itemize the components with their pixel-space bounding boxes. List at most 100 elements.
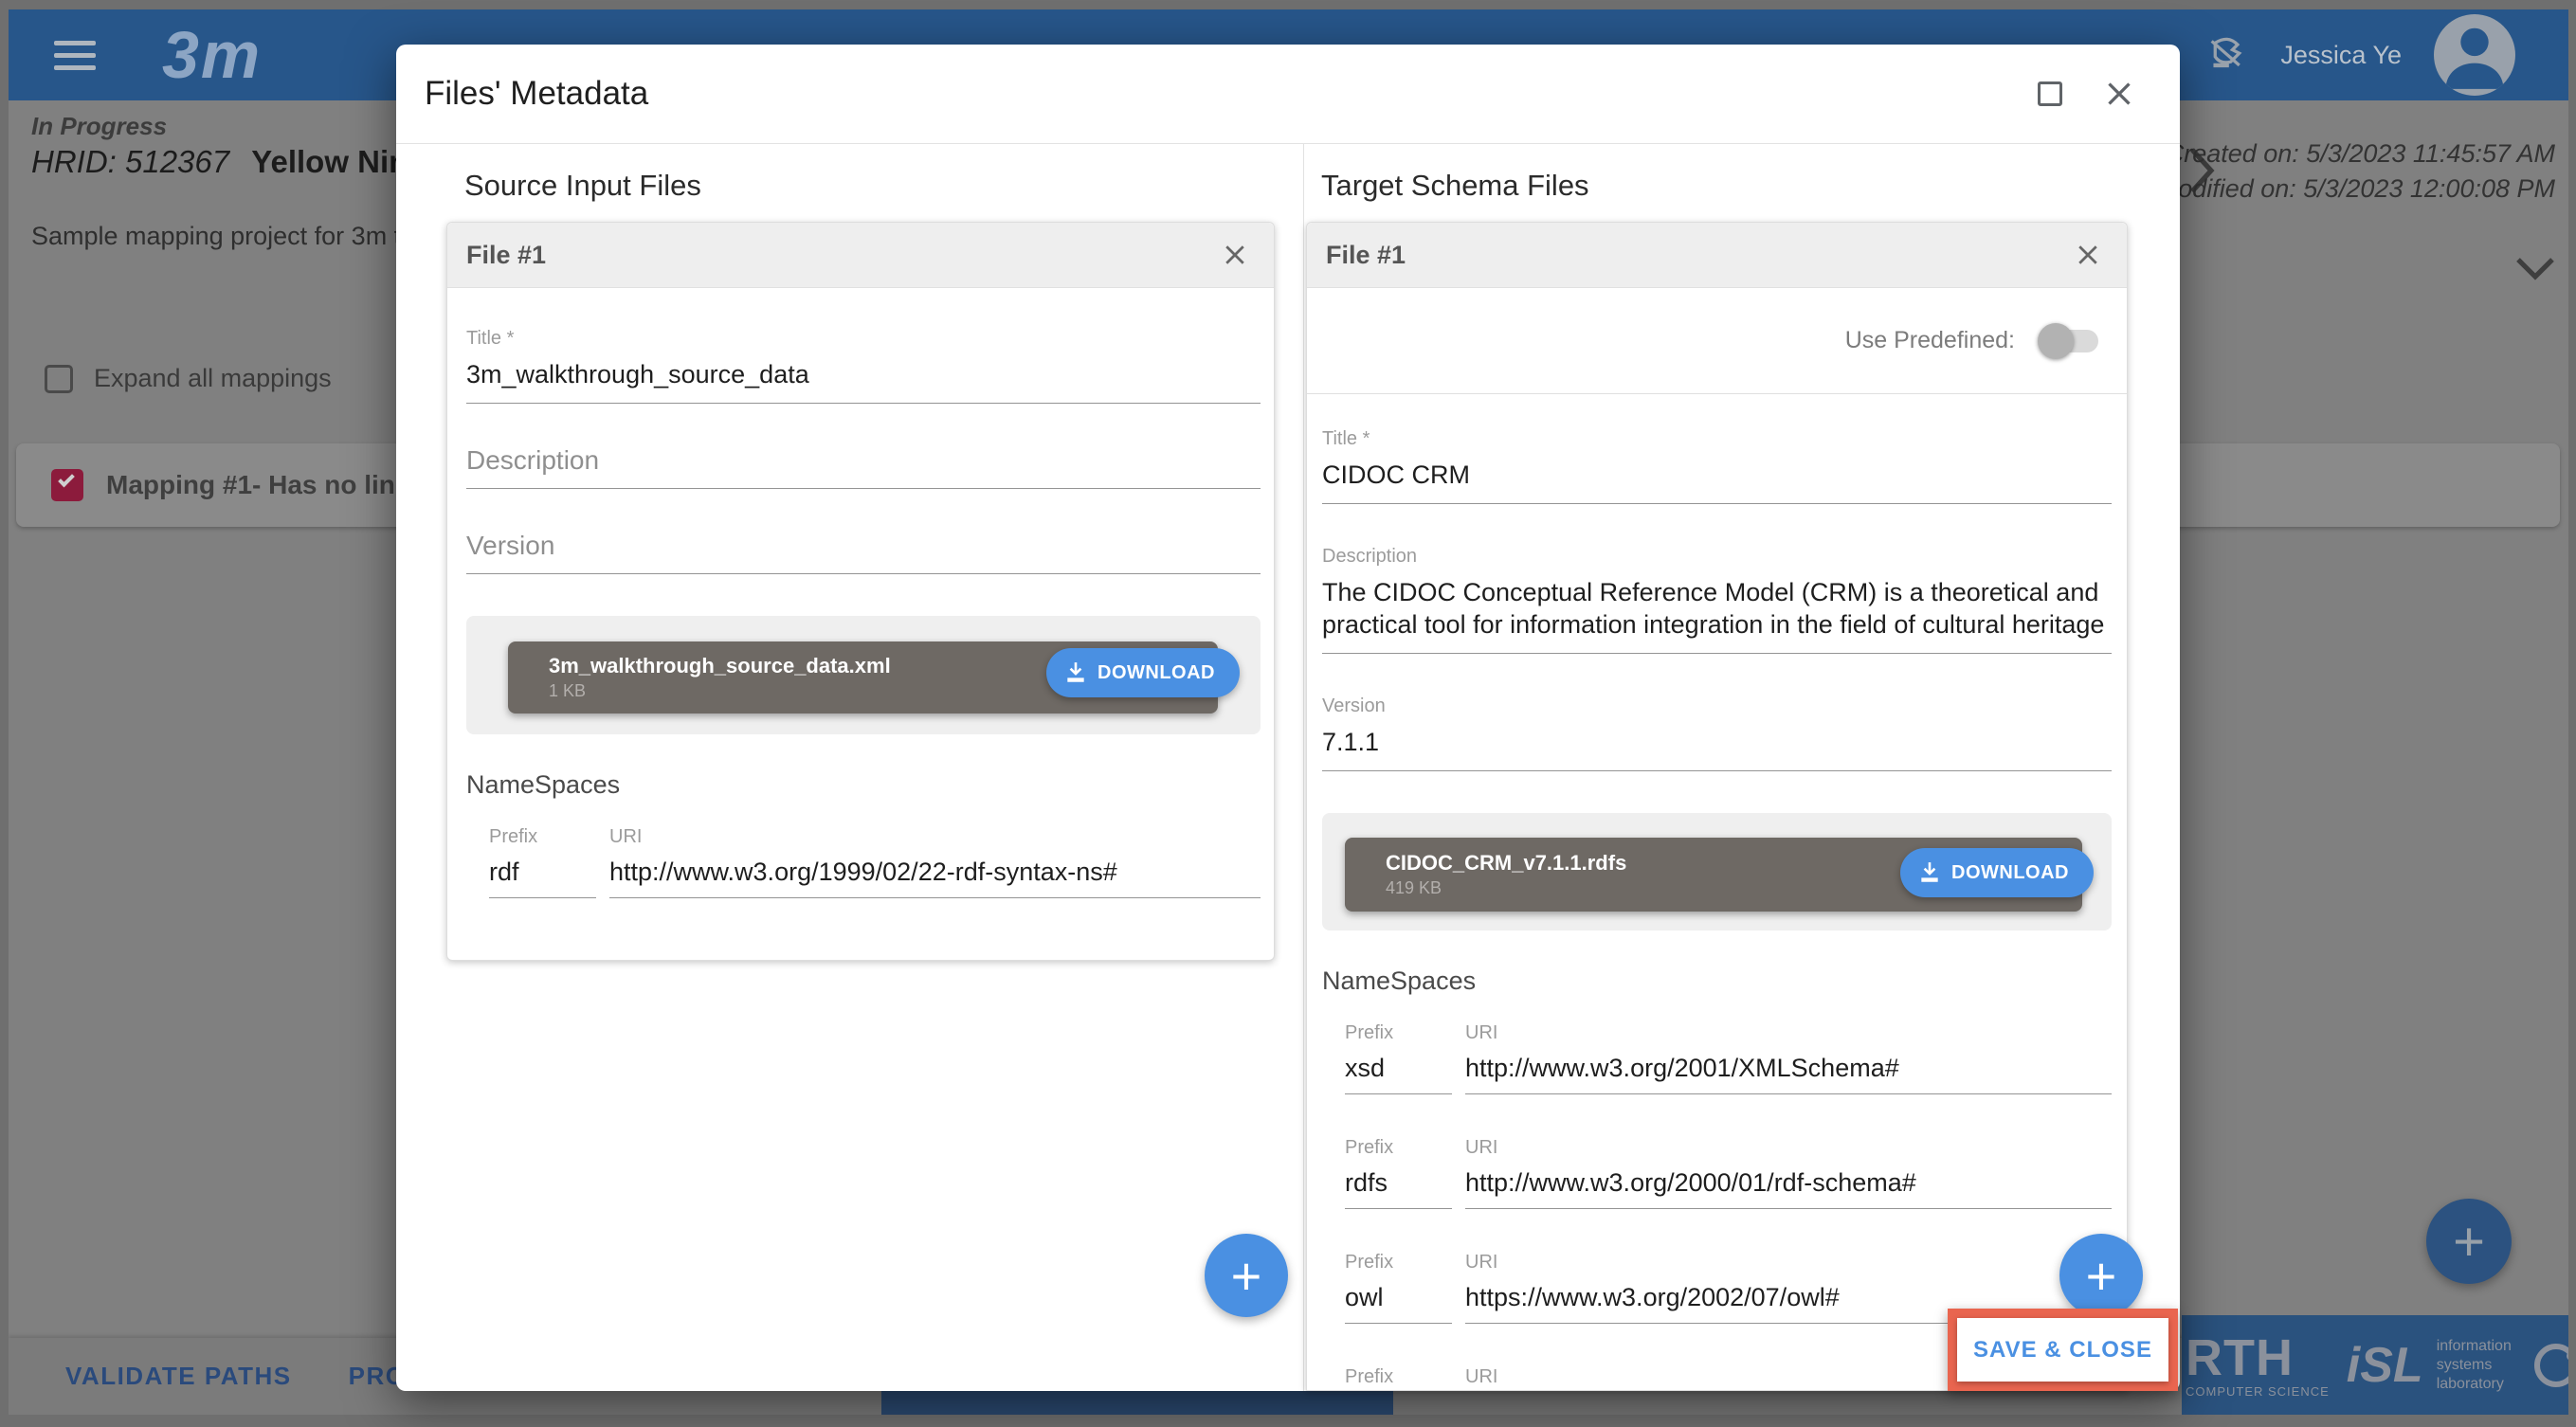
- header-right: Jessica Ye: [2206, 9, 2515, 100]
- forth-logo-subtext: COMPUTER SCIENCE: [2186, 1385, 2330, 1398]
- uri-input[interactable]: http://www.w3.org/2000/01/rdf-schema#: [1465, 1168, 2112, 1209]
- uri-input[interactable]: http://www.w3.org/1999/02/22-rdf-syntax-…: [609, 858, 1261, 898]
- source-version-input[interactable]: Version: [466, 531, 1261, 574]
- menu-icon[interactable]: [54, 33, 96, 78]
- download-icon: [1917, 860, 1942, 885]
- add-source-file-fab[interactable]: +: [1205, 1234, 1288, 1317]
- use-predefined-toggle[interactable]: [2041, 330, 2098, 352]
- avatar[interactable]: [2434, 14, 2515, 96]
- mapping-checkbox[interactable]: [51, 469, 83, 501]
- target-title-input[interactable]: CIDOC CRM: [1322, 459, 2112, 504]
- use-predefined-label: Use Predefined:: [1845, 327, 2015, 354]
- target-file-card-body: Title * CIDOC CRM Description The CIDOC …: [1307, 394, 2127, 1391]
- project-hrid: HRID: 512367: [31, 144, 229, 179]
- source-title-field: Title * 3m_walkthrough_source_data: [466, 328, 1261, 404]
- project-status: In Progress: [31, 112, 167, 141]
- prefix-input[interactable]: xsd: [1345, 1054, 1452, 1094]
- window-controls: [2038, 77, 2136, 111]
- source-file-card: File #1 Title * 3m_walkthrough_source_da…: [446, 222, 1275, 961]
- source-file-box: 3m_walkthrough_source_data.xml 1 KB DOWN…: [466, 616, 1261, 734]
- source-namespaces-heading: NameSpaces: [466, 770, 1261, 800]
- target-description-field: Description The CIDOC Conceptual Referen…: [1322, 546, 2112, 654]
- annotation-highlight: SAVE & CLOSE: [1948, 1309, 2178, 1391]
- project-description: Sample mapping project for 3m tu: [31, 222, 415, 251]
- project-hrid-line: HRID: 512367 Yellow Nine: [31, 144, 426, 180]
- remove-file-icon[interactable]: [2074, 241, 2102, 269]
- target-file-card: File #1 Use Predefined: Title * CIDOC CR…: [1306, 222, 2128, 1391]
- forth-logo-text: RTH: [2186, 1332, 2330, 1383]
- prefix-label: Prefix: [1345, 1022, 1452, 1044]
- version-label: Version: [1322, 695, 2112, 717]
- expand-all-row: Expand all mappings: [45, 364, 332, 393]
- source-heading: Source Input Files: [464, 169, 701, 203]
- target-version-field: Version 7.1.1: [1322, 695, 2112, 771]
- target-heading: Target Schema Files: [1321, 169, 1589, 203]
- expand-all-checkbox[interactable]: [45, 365, 73, 393]
- isl-logo: iSL: [2347, 1337, 2423, 1394]
- namespace-row: Prefix rdf URI http://www.w3.org/1999/02…: [489, 826, 1261, 898]
- project-dates: Created on: 5/3/2023 11:45:57 AM Modifie…: [2157, 136, 2555, 207]
- prefix-input[interactable]: rdf: [489, 858, 596, 898]
- toggle-knob: [2038, 323, 2074, 359]
- uri-label: URI: [1465, 1252, 2112, 1273]
- source-version-field: Version: [466, 531, 1261, 574]
- footer-logos: RTH COMPUTER SCIENCE iSL information sys…: [2182, 1315, 2568, 1415]
- chevron-down-icon[interactable]: [2513, 254, 2558, 282]
- prefix-label: Prefix: [489, 826, 596, 848]
- prefix-input[interactable]: owl: [1345, 1283, 1452, 1324]
- namespace-row: Prefix xsd URI http://www.w3.org/2001/XM…: [1345, 1022, 2112, 1094]
- maximize-icon[interactable]: [2038, 81, 2062, 106]
- uri-label: URI: [1465, 1137, 2112, 1159]
- target-column: Target Schema Files File #1 Use Predefin…: [1304, 144, 2180, 1391]
- prefix-input[interactable]: rdfs: [1345, 1168, 1452, 1209]
- add-mapping-fab[interactable]: +: [2426, 1199, 2512, 1284]
- source-namespaces: Prefix rdf URI http://www.w3.org/1999/02…: [466, 826, 1261, 898]
- check-icon: [58, 471, 75, 488]
- file-card-title: File #1: [466, 241, 546, 270]
- expand-all-label: Expand all mappings: [94, 364, 332, 393]
- download-icon: [1063, 660, 1088, 685]
- source-description-input[interactable]: Description: [466, 445, 1261, 489]
- modal-columns: Source Input Files File #1 Title * 3m_wa…: [396, 144, 2180, 1391]
- person-icon: [2434, 14, 2515, 96]
- namespace-row: Prefix rdfs URI http://www.w3.org/2000/0…: [1345, 1137, 2112, 1209]
- add-target-file-fab[interactable]: +: [2059, 1234, 2143, 1317]
- save-and-close-button[interactable]: SAVE & CLOSE: [1957, 1318, 2168, 1382]
- source-title-input[interactable]: 3m_walkthrough_source_data: [466, 358, 1261, 404]
- use-predefined-row: Use Predefined:: [1307, 288, 2127, 394]
- mapping-label: Mapping #1- Has no links (: [106, 470, 441, 500]
- uri-label: URI: [609, 826, 1261, 848]
- notifications-icon[interactable]: [2206, 36, 2248, 74]
- remove-file-icon[interactable]: [1221, 241, 1249, 269]
- target-download-button[interactable]: DOWNLOAD: [1900, 848, 2094, 897]
- target-version-input[interactable]: 7.1.1: [1322, 726, 2112, 771]
- validate-paths-button[interactable]: VALIDATE PATHS: [65, 1362, 292, 1391]
- description-label: Description: [1322, 546, 2112, 568]
- target-title-field: Title * CIDOC CRM: [1322, 428, 2112, 504]
- file-card-title: File #1: [1326, 241, 1406, 270]
- isl-logo-text: information systems laboratory: [2437, 1337, 2512, 1394]
- prefix-label: Prefix: [1345, 1137, 1452, 1159]
- title-label: Title *: [466, 328, 1261, 350]
- close-icon[interactable]: [2102, 77, 2136, 111]
- target-description-input[interactable]: The CIDOC Conceptual Reference Model (CR…: [1322, 576, 2112, 654]
- modified-on: Modified on: 5/3/2023 12:00:08 PM: [2157, 172, 2555, 207]
- source-download-button[interactable]: DOWNLOAD: [1046, 648, 1240, 697]
- modal-title: Files' Metadata: [425, 75, 648, 113]
- screen: 3m Jessica Ye In Progre: [0, 0, 2576, 1427]
- uri-input[interactable]: http://www.w3.org/2001/XMLSchema#: [1465, 1054, 2112, 1094]
- forth-logo: RTH COMPUTER SCIENCE: [2186, 1332, 2330, 1398]
- source-column: Source Input Files File #1 Title * 3m_wa…: [396, 144, 1303, 1391]
- cci-logo: [2534, 1344, 2568, 1387]
- target-file-box: CIDOC_CRM_v7.1.1.rdfs 419 KB DOWNLOAD: [1322, 813, 2112, 930]
- user-name: Jessica Ye: [2280, 41, 2402, 70]
- created-on: Created on: 5/3/2023 11:45:57 AM: [2157, 136, 2555, 172]
- source-file-card-body: Title * 3m_walkthrough_source_data Descr…: [447, 288, 1274, 898]
- target-file-card-header: File #1: [1307, 223, 2127, 288]
- target-namespaces-heading: NameSpaces: [1322, 966, 2112, 996]
- uri-label: URI: [1465, 1022, 2112, 1044]
- source-file-card-header: File #1: [447, 223, 1274, 288]
- prefix-label: Prefix: [1345, 1252, 1452, 1273]
- source-description-field: Description: [466, 445, 1261, 489]
- title-label: Title *: [1322, 428, 2112, 450]
